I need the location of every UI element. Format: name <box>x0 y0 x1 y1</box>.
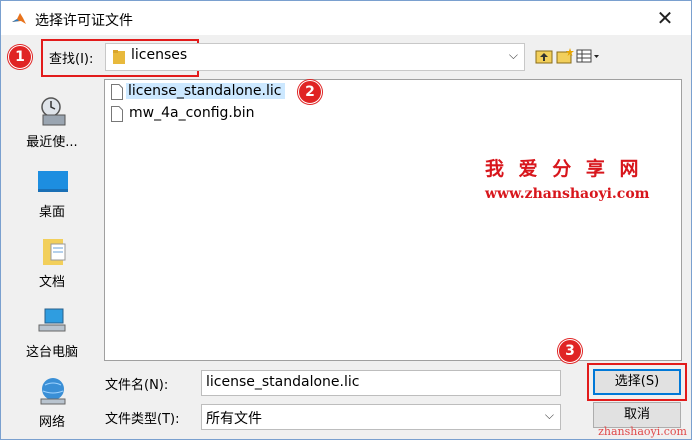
place-label: 这台电脑 <box>25 345 78 360</box>
up-folder-icon[interactable] <box>535 48 553 64</box>
places-bar: 最近使... 桌面 文档 这台电脑 网络 <box>13 81 91 431</box>
file-item-license[interactable]: license_standalone.lic <box>109 82 289 102</box>
lookin-combo[interactable]: licenses ⌵ <box>105 43 525 71</box>
lookin-value: licenses <box>131 47 188 63</box>
place-label: 最近使... <box>26 135 78 150</box>
file-icon <box>111 106 123 122</box>
annotation-badge-1: 1 <box>8 45 32 69</box>
place-computer[interactable]: 这台电脑 <box>13 299 91 369</box>
filename-value: license_standalone.lic <box>206 374 360 390</box>
place-label: 桌面 <box>38 205 65 220</box>
window-title: 选择许可证文件 <box>35 13 133 29</box>
filetype-value: 所有文件 <box>206 411 262 427</box>
filetype-select[interactable]: 所有文件 ⌵ <box>201 404 561 430</box>
select-button[interactable]: 选择(S) <box>593 369 681 395</box>
computer-icon <box>38 308 66 332</box>
place-network[interactable]: 网络 <box>13 369 91 439</box>
file-name: license_standalone.lic <box>126 83 286 99</box>
watermark-url: www.zhanshaoyi.com <box>485 186 650 202</box>
lookin-label: 查找(I): <box>49 52 94 67</box>
filename-label: 文件名(N): <box>105 378 169 393</box>
place-label: 网络 <box>38 415 65 430</box>
chevron-down-icon[interactable]: ⌵ <box>509 48 518 63</box>
chevron-down-icon[interactable]: ⌵ <box>545 408 554 423</box>
view-menu-icon[interactable] <box>576 48 600 64</box>
recent-icon <box>41 97 66 126</box>
desktop-icon <box>38 171 68 192</box>
matlab-icon <box>12 13 26 24</box>
place-desktop[interactable]: 桌面 <box>13 159 91 229</box>
filetype-label: 文件类型(T): <box>105 412 180 427</box>
file-name: mw_4a_config.bin <box>129 105 255 121</box>
network-icon <box>40 378 66 405</box>
title-bar: 选择许可证文件 ✕ <box>1 1 691 35</box>
file-dialog: 选择许可证文件 ✕ 1 查找(I): licenses ⌵ 最近使... 桌面 … <box>0 0 692 440</box>
documents-icon <box>43 239 66 265</box>
file-list[interactable]: license_standalone.lic mw_4a_config.bin … <box>104 79 682 361</box>
watermark-title: 我 爱 分 享 网 <box>485 158 643 180</box>
filename-input[interactable]: license_standalone.lic <box>201 370 561 396</box>
file-icon <box>111 84 123 100</box>
folder-icon <box>113 50 125 64</box>
place-label: 文档 <box>38 275 65 290</box>
place-documents[interactable]: 文档 <box>13 229 91 299</box>
annotation-badge-2: 2 <box>298 80 322 104</box>
file-item-config[interactable]: mw_4a_config.bin <box>109 104 269 124</box>
watermark-corner: zhanshaoyi.com <box>598 425 687 438</box>
close-button[interactable]: ✕ <box>645 3 685 33</box>
place-recent[interactable]: 最近使... <box>13 89 91 159</box>
new-folder-icon[interactable] <box>556 48 574 64</box>
annotation-badge-3: 3 <box>558 339 582 363</box>
